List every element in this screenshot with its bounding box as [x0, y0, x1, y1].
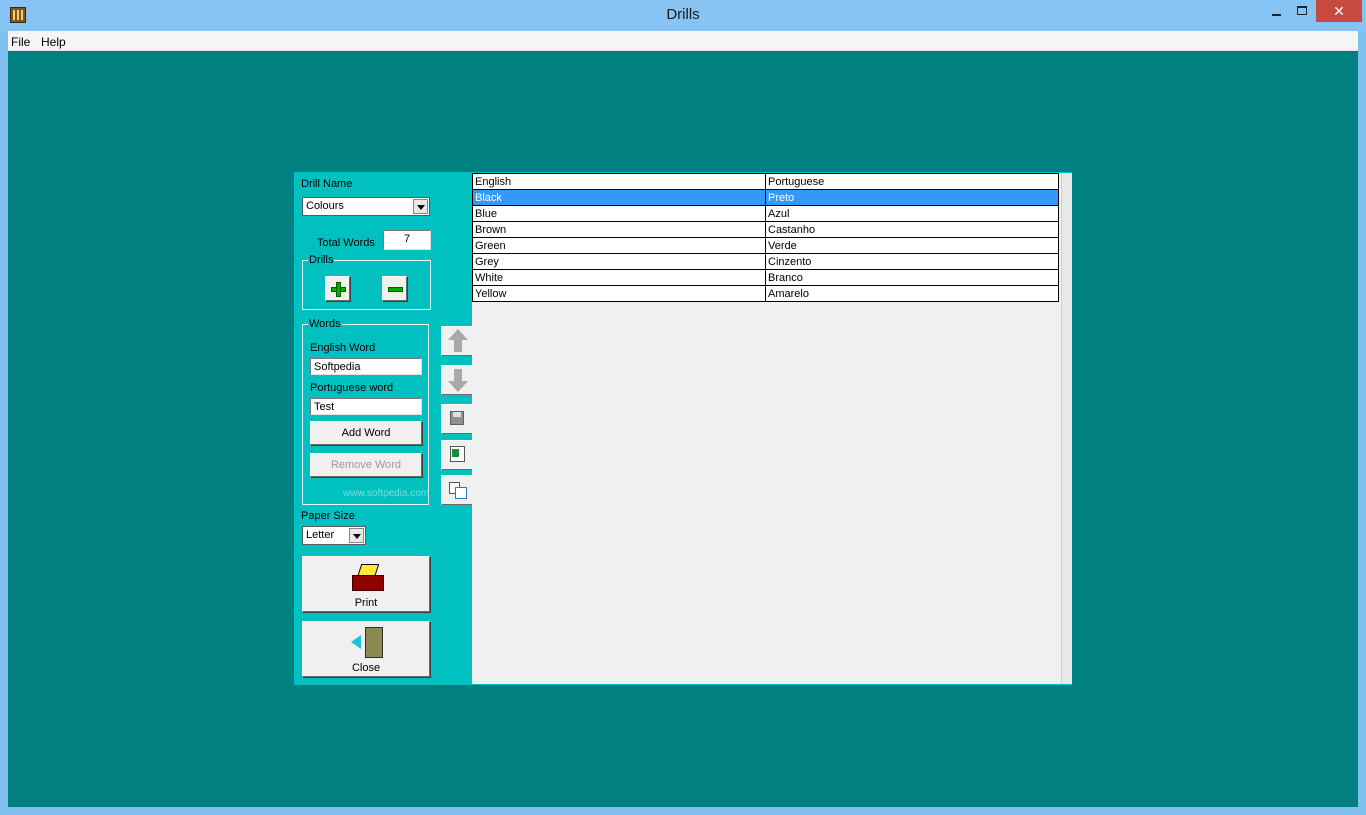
print-button-label: Print [354, 597, 378, 609]
total-words-label: Total Words [317, 237, 375, 249]
paper-size-label: Paper Size [301, 510, 355, 522]
chevron-down-icon[interactable] [413, 199, 428, 214]
minimize-icon [1271, 14, 1281, 16]
grid-cell[interactable]: Blue [472, 205, 766, 222]
save-button[interactable] [441, 404, 473, 434]
mdi-client-area: Drill Name Colours Total Words 7 Drills … [8, 51, 1358, 807]
table-row[interactable]: Grey Cinzento [472, 253, 1059, 270]
move-up-button[interactable] [441, 326, 473, 356]
menu-file[interactable]: File [11, 35, 30, 49]
remove-drill-button[interactable] [382, 276, 407, 301]
grid-cell[interactable]: Green [472, 237, 766, 254]
grid-cell[interactable]: Branco [765, 269, 1059, 286]
table-row[interactable]: Black Preto [472, 189, 1059, 206]
drill-name-label: Drill Name [301, 178, 353, 190]
grid-cell[interactable]: Amarelo [765, 285, 1059, 302]
grid-cell[interactable]: Black [472, 189, 766, 206]
word-grid-area: English Portuguese Black Preto Blue Azul… [472, 173, 1061, 684]
arrow-up-icon [448, 329, 468, 353]
grid-cell[interactable]: Grey [472, 253, 766, 270]
close-button[interactable]: Close [302, 621, 430, 677]
portuguese-word-label: Portuguese word [310, 382, 394, 394]
english-word-label: English Word [310, 342, 376, 354]
menu-bar: File Help [8, 31, 1358, 51]
add-drill-button[interactable] [325, 276, 350, 301]
watermark: www.softpedia.com [343, 488, 430, 499]
save-icon [450, 411, 464, 425]
move-down-button[interactable] [441, 365, 473, 395]
grid-cell[interactable]: White [472, 269, 766, 286]
grid-cell[interactable]: Preto [765, 189, 1059, 206]
window-title: Drills [666, 6, 700, 23]
grid-cell[interactable]: Castanho [765, 221, 1059, 238]
paper-size-value: Letter [306, 529, 335, 541]
table-row[interactable]: Green Verde [472, 237, 1059, 254]
column-header-english[interactable]: English [472, 173, 766, 190]
word-grid: English Portuguese Black Preto Blue Azul… [472, 173, 1059, 302]
maximize-icon [1297, 6, 1307, 15]
minimize-button[interactable] [1262, 0, 1290, 22]
grid-cell[interactable]: Verde [765, 237, 1059, 254]
grid-cell[interactable]: Brown [472, 221, 766, 238]
drills-dialog: Drill Name Colours Total Words 7 Drills … [294, 172, 1072, 685]
minus-icon [388, 282, 403, 295]
title-bar[interactable]: Drills ✕ [0, 0, 1366, 31]
drills-group: Drills [302, 254, 431, 310]
drill-name-select[interactable]: Colours [302, 197, 430, 216]
plus-icon [331, 282, 346, 297]
table-row[interactable]: Yellow Amarelo [472, 285, 1059, 302]
table-row[interactable]: White Branco [472, 269, 1059, 286]
grid-cell[interactable]: Yellow [472, 285, 766, 302]
remove-word-button[interactable]: Remove Word [310, 453, 422, 477]
close-window-button[interactable]: ✕ [1316, 0, 1362, 22]
grid-cell[interactable]: Azul [765, 205, 1059, 222]
add-word-button[interactable]: Add Word [310, 421, 422, 445]
grid-scroll-strip [1061, 173, 1072, 684]
table-row[interactable]: Blue Azul [472, 205, 1059, 222]
grid-header-row: English Portuguese [472, 173, 1059, 190]
menu-help[interactable]: Help [41, 35, 66, 49]
drill-name-value: Colours [306, 200, 344, 212]
column-header-portuguese[interactable]: Portuguese [765, 173, 1059, 190]
close-button-label: Close [351, 662, 381, 674]
copy-icon [449, 482, 467, 499]
maximize-button[interactable] [1288, 0, 1316, 22]
close-icon: ✕ [1333, 3, 1345, 19]
table-row[interactable]: Brown Castanho [472, 221, 1059, 238]
words-group-title: Words [308, 318, 342, 330]
export-excel-button[interactable] [441, 440, 473, 470]
excel-icon [450, 446, 465, 462]
english-word-input[interactable]: Softpedia [310, 358, 422, 375]
arrow-down-icon [448, 369, 468, 393]
print-button[interactable]: Print [302, 556, 430, 612]
drills-group-title: Drills [308, 254, 335, 266]
paper-size-select[interactable]: Letter [302, 526, 366, 545]
portuguese-word-input[interactable]: Test [310, 398, 422, 415]
words-group: Words English Word Softpedia Portuguese … [302, 318, 429, 505]
exit-door-icon [351, 627, 385, 658]
grid-cell[interactable]: Cinzento [765, 253, 1059, 270]
chevron-down-icon[interactable] [349, 528, 364, 543]
total-words-field[interactable]: 7 [383, 230, 431, 250]
printer-icon [352, 564, 384, 591]
copy-button[interactable] [441, 475, 473, 505]
